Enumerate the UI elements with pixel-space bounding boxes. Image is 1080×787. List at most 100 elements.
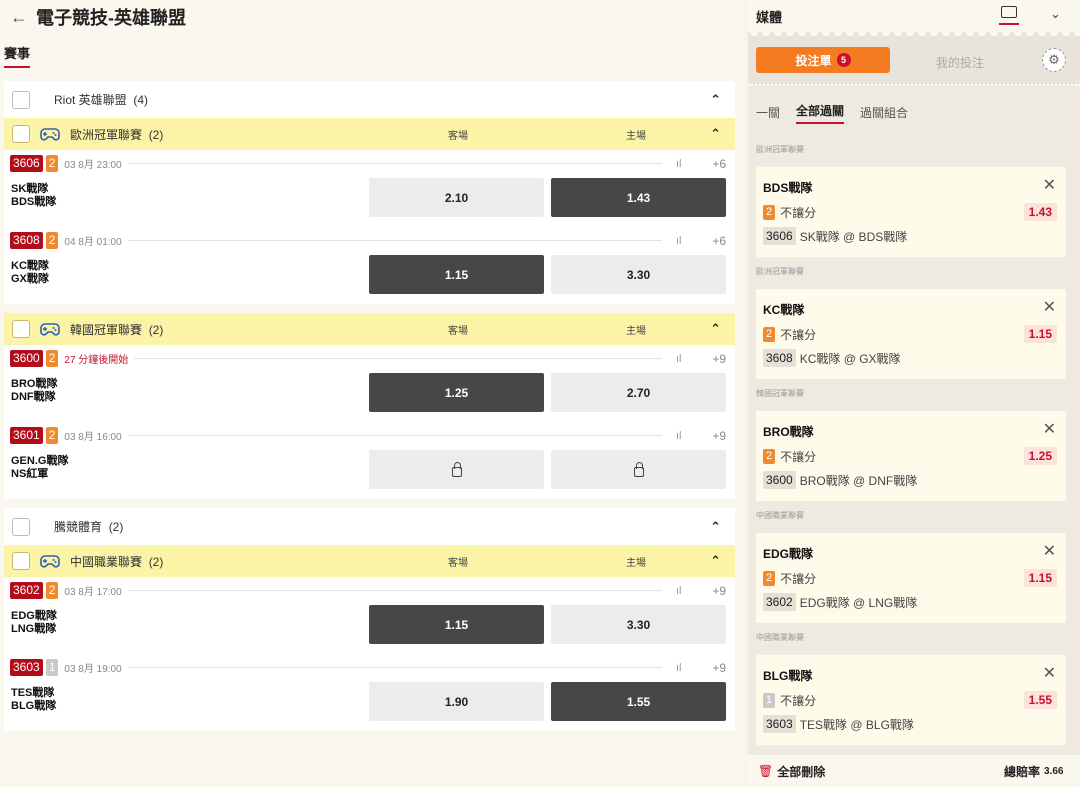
divider bbox=[127, 163, 662, 164]
league-checkbox[interactable] bbox=[12, 320, 30, 338]
bet-type: 不讓分 bbox=[780, 328, 817, 342]
bet-bo-badge: 2 bbox=[763, 327, 776, 342]
match-row: 3602 2 03 8月 17:00 ıl +9 EDG戰隊 LNG戰隊 1.15… bbox=[4, 577, 735, 654]
bet-match: BRO戰隊 @ DNF戰隊 bbox=[799, 473, 918, 488]
match-teams: EDG戰隊 LNG戰隊 bbox=[11, 610, 57, 635]
bet-match: EDG戰隊 @ LNG戰隊 bbox=[799, 595, 918, 610]
tab-all-parlay[interactable]: 全部過關 bbox=[796, 102, 845, 124]
category-header[interactable]: 騰競體育 (2) ⌃ bbox=[4, 508, 735, 545]
away-odds-button[interactable]: 1.90 bbox=[369, 682, 544, 721]
league-checkbox[interactable] bbox=[12, 552, 30, 570]
more-markets-link[interactable]: +9 bbox=[700, 661, 726, 675]
stats-icon[interactable]: ıl bbox=[676, 585, 700, 597]
category-checkbox[interactable] bbox=[12, 517, 30, 536]
match-bo-badge: 2 bbox=[45, 582, 59, 599]
match-row: 3606 2 03 8月 23:00 ıl +6 SK戰隊 BDS戰隊 2.10 … bbox=[4, 150, 735, 227]
chevron-up-icon[interactable]: ⌃ bbox=[710, 553, 721, 569]
bet-card: BDS戰隊 ✕ 2 不讓分 1.43 3606 SK戰隊 @ BDS戰隊 bbox=[756, 167, 1066, 257]
chevron-up-icon[interactable]: ⌃ bbox=[710, 126, 721, 142]
stats-icon[interactable]: ıl bbox=[676, 353, 700, 365]
category-header[interactable]: Riot 英雄聯盟 (4) ⌃ bbox=[4, 81, 735, 118]
bet-team: BLG戰隊 bbox=[763, 669, 813, 683]
chevron-up-icon[interactable]: ⌃ bbox=[710, 519, 721, 535]
match-id: 3602 bbox=[10, 582, 43, 599]
close-icon[interactable]: ✕ bbox=[1043, 297, 1056, 317]
away-odds-button[interactable]: 2.10 bbox=[369, 178, 544, 217]
close-icon[interactable]: ✕ bbox=[1043, 175, 1056, 195]
my-bets-tab[interactable]: 我的投注 bbox=[936, 54, 984, 71]
stats-icon[interactable]: ıl bbox=[676, 158, 700, 170]
match-time: 03 8月 16:00 bbox=[64, 432, 122, 443]
chevron-up-icon[interactable]: ⌃ bbox=[710, 321, 721, 337]
match-teams: TES戰隊 BLG戰隊 bbox=[11, 687, 57, 712]
league-header[interactable]: 中國職業聯賽 (2) 客場 主場 ⌃ bbox=[4, 545, 735, 577]
close-icon[interactable]: ✕ bbox=[1043, 663, 1056, 683]
back-arrow-icon[interactable]: ← bbox=[10, 7, 36, 28]
more-markets-link[interactable]: +6 bbox=[700, 234, 726, 248]
close-icon[interactable]: ✕ bbox=[1043, 419, 1056, 439]
match-teams: SK戰隊 BDS戰隊 bbox=[11, 183, 57, 208]
bet-match-id: 3602 bbox=[763, 593, 796, 611]
match-teams: GEN.G戰隊 NS紅軍 bbox=[11, 455, 69, 480]
tab-events[interactable]: 賽事 bbox=[4, 43, 31, 68]
bet-match-id: 3600 bbox=[763, 471, 796, 489]
bet-league-label: 歐洲冠軍聯賽 bbox=[756, 145, 804, 154]
away-odds-locked bbox=[369, 450, 544, 489]
away-odds-button[interactable]: 1.15 bbox=[369, 605, 544, 644]
match-time: 27 分鐘後開始 bbox=[64, 355, 129, 366]
slip-footer: 🗑 全部刪除 總賠率 3.66 bbox=[748, 755, 1080, 787]
more-markets-link[interactable]: +9 bbox=[700, 352, 726, 366]
bet-odds: 1.43 bbox=[1023, 203, 1057, 221]
gear-icon[interactable]: ⚙ bbox=[1042, 48, 1066, 72]
tab-single[interactable]: 一關 bbox=[756, 104, 780, 124]
divider bbox=[134, 358, 662, 359]
match-id: 3600 bbox=[10, 350, 43, 367]
stats-icon[interactable]: ıl bbox=[676, 430, 700, 442]
close-icon[interactable]: ✕ bbox=[1043, 541, 1056, 561]
match-bo-badge: 2 bbox=[45, 232, 59, 249]
gamepad-icon bbox=[40, 127, 60, 141]
match-list: 3600 2 27 分鐘後開始 ıl +9 BRO戰隊 DNF戰隊 1.25 2.… bbox=[4, 345, 735, 499]
bet-slip-tab[interactable]: 投注單 5 bbox=[756, 47, 890, 73]
league-header[interactable]: 韓國冠軍聯賽 (2) 客場 主場 ⌃ bbox=[4, 313, 735, 345]
match-row: 3601 2 03 8月 16:00 ıl +9 GEN.G戰隊 NS紅軍 bbox=[4, 422, 735, 499]
tv-icon[interactable] bbox=[1001, 6, 1017, 18]
match-row: 3600 2 27 分鐘後開始 ıl +9 BRO戰隊 DNF戰隊 1.25 2.… bbox=[4, 345, 735, 422]
more-markets-link[interactable]: +9 bbox=[700, 584, 726, 598]
league-header[interactable]: 歐洲冠軍聯賽 (2) 客場 主場 ⌃ bbox=[4, 118, 735, 150]
bet-bo-badge: 2 bbox=[763, 449, 776, 464]
match-id: 3606 bbox=[10, 155, 43, 172]
home-odds-button[interactable]: 2.70 bbox=[551, 373, 726, 412]
stats-icon[interactable]: ıl bbox=[676, 662, 700, 674]
home-odds-button[interactable]: 1.55 bbox=[551, 682, 726, 721]
league-label: 韓國冠軍聯賽 (2) bbox=[70, 322, 164, 337]
bet-league-label: 中國職業聯賽 bbox=[756, 511, 804, 520]
bet-type: 不讓分 bbox=[780, 450, 817, 464]
bet-match-id: 3608 bbox=[763, 349, 796, 367]
bet-type: 不讓分 bbox=[780, 206, 817, 220]
stats-icon[interactable]: ıl bbox=[676, 235, 700, 247]
trash-icon[interactable]: 🗑 bbox=[758, 764, 773, 778]
league-checkbox[interactable] bbox=[12, 125, 30, 143]
page-title: 電子競技-英雄聯盟 bbox=[36, 8, 186, 28]
away-odds-button[interactable]: 1.15 bbox=[369, 255, 544, 294]
chevron-down-icon[interactable]: ⌄ bbox=[1050, 6, 1061, 22]
category-checkbox[interactable] bbox=[12, 90, 30, 109]
ticket-edge bbox=[748, 32, 1080, 42]
gamepad-icon bbox=[40, 554, 60, 568]
tab-parlay-combo[interactable]: 過關組合 bbox=[860, 104, 908, 124]
chevron-up-icon[interactable]: ⌃ bbox=[710, 92, 721, 108]
away-odds-button[interactable]: 1.25 bbox=[369, 373, 544, 412]
sub-tabs: 賽事 bbox=[0, 34, 745, 74]
home-odds-button[interactable]: 3.30 bbox=[551, 605, 726, 644]
match-time: 03 8月 23:00 bbox=[64, 160, 122, 171]
home-odds-button[interactable]: 1.43 bbox=[551, 178, 726, 217]
more-markets-link[interactable]: +6 bbox=[700, 157, 726, 171]
match-teams: KC戰隊 GX戰隊 bbox=[11, 260, 49, 285]
tv-active-indicator bbox=[999, 23, 1019, 25]
delete-all-button[interactable]: 全部刪除 bbox=[777, 763, 825, 780]
more-markets-link[interactable]: +9 bbox=[700, 429, 726, 443]
home-odds-button[interactable]: 3.30 bbox=[551, 255, 726, 294]
bet-type: 不讓分 bbox=[780, 572, 817, 586]
bet-team: KC戰隊 bbox=[763, 303, 805, 317]
